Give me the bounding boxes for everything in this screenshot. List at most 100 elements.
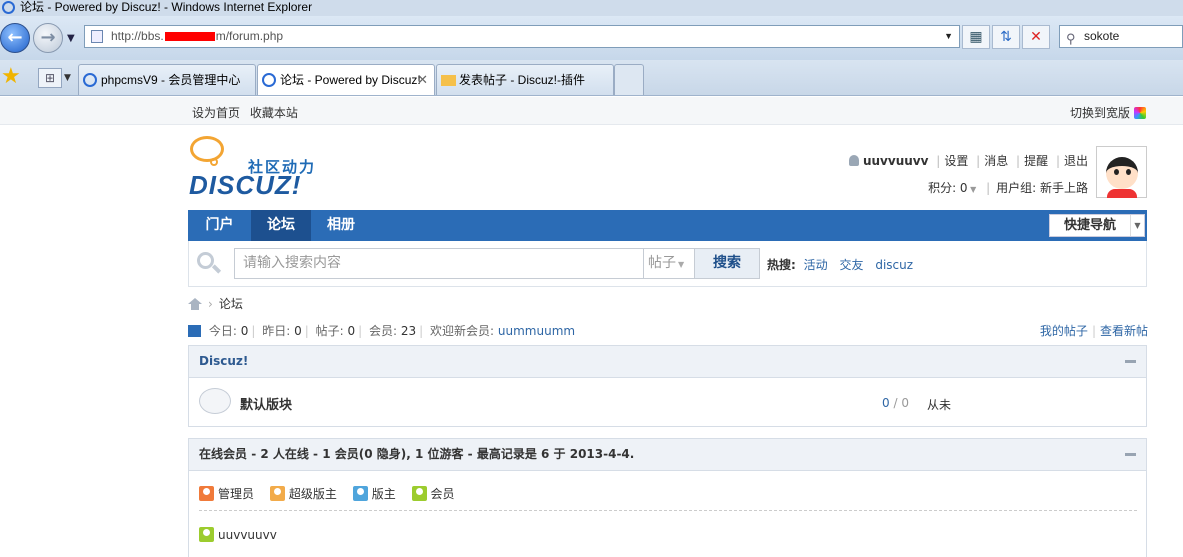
online-title[interactable]: 在线会员 xyxy=(199,447,247,461)
close-tab-icon[interactable]: ✕ xyxy=(417,65,428,95)
messages-link[interactable]: 消息 xyxy=(984,154,1008,168)
moderator-user-icon xyxy=(352,486,368,501)
quick-tabs-button[interactable]: ⊞ xyxy=(38,68,62,88)
separator: | xyxy=(1016,154,1021,168)
tab-label: phpcmsV9 - 会员管理中心 xyxy=(101,73,241,87)
chevron-down-icon: ▼ xyxy=(678,260,685,269)
page-icon xyxy=(91,30,103,43)
quick-nav-button[interactable]: 快捷导航 ▼ xyxy=(1049,214,1145,237)
back-button[interactable]: ← xyxy=(0,23,30,53)
ie-page-icon xyxy=(262,73,276,87)
legend-super-mod: 超级版主 xyxy=(269,485,337,502)
forward-arrow-icon: → xyxy=(40,27,56,48)
tab-bar: ★ ⊞ ▼ phpcmsV9 - 会员管理中心 论坛 - Powered by … xyxy=(0,60,1183,117)
color-palette-icon xyxy=(1134,107,1146,119)
credits-dropdown-icon[interactable]: ▼ xyxy=(968,185,976,194)
bookmark-link[interactable]: 收藏本站 xyxy=(250,106,298,120)
new-posts-link[interactable]: 查看新帖 xyxy=(1100,324,1148,338)
window-titlebar: 论坛 - Powered by Discuz! - Windows Intern… xyxy=(0,0,1183,16)
site-logo[interactable]: 社区动力 DISCUZ! xyxy=(188,134,328,202)
hot-term-discuz[interactable]: discuz xyxy=(875,258,913,272)
welcome-label: 欢迎新会员: xyxy=(430,324,495,338)
hot-term-activity[interactable]: 活动 xyxy=(804,258,828,272)
tab-label: 论坛 - Powered by Discuz! xyxy=(280,73,421,87)
avatar-face xyxy=(1106,157,1138,189)
tab-list-dropdown-icon[interactable]: ▼ xyxy=(64,73,71,83)
avatar-eye xyxy=(1114,169,1119,175)
yesterday-label: 昨日: xyxy=(262,324,291,338)
online-summary: - 2 人在线 - 1 会员(0 隐身), 1 位游客 - 最高记录是 6 于 … xyxy=(247,447,635,461)
divider xyxy=(199,510,1137,511)
nav-forum[interactable]: 论坛 xyxy=(251,210,311,241)
browser-search-value: sokote xyxy=(1084,29,1120,43)
stop-button[interactable]: ✕ xyxy=(1022,25,1050,49)
search-type-select[interactable]: 帖子 ▼ xyxy=(644,248,694,279)
breadcrumb: › 论坛 xyxy=(188,295,243,312)
thread-count: 0 xyxy=(882,396,890,410)
nav-album[interactable]: 相册 xyxy=(311,210,371,241)
today-count: 0 xyxy=(240,324,249,338)
logo-wordmark: DISCUZ! xyxy=(189,170,302,200)
favorites-star-icon[interactable]: ★ xyxy=(1,66,25,90)
tab-post[interactable]: 发表帖子 - Discuz!-插件Hac... xyxy=(436,64,614,117)
yesterday-count: 0 xyxy=(294,324,302,338)
user-group-link[interactable]: 用户组: 新手上路 xyxy=(996,181,1088,195)
legend-label: 管理员 xyxy=(218,487,255,501)
separator: | xyxy=(986,181,991,195)
new-tab-button[interactable] xyxy=(614,64,644,95)
logout-link[interactable]: 退出 xyxy=(1064,154,1088,168)
home-icon[interactable] xyxy=(188,298,202,310)
search-type-value: 帖子 xyxy=(648,255,676,271)
collapse-icon[interactable] xyxy=(1125,453,1136,456)
tab-forum[interactable]: 论坛 - Powered by Discuz! ✕ xyxy=(257,64,435,95)
settings-link[interactable]: 设置 xyxy=(944,154,968,168)
tab-phpcms[interactable]: phpcmsV9 - 会员管理中心 xyxy=(78,64,256,95)
legend-label: 超级版主 xyxy=(288,487,337,501)
username-link[interactable]: uuvvuuvv xyxy=(863,154,928,168)
posts-count: 0 xyxy=(347,324,356,338)
legend-label: 版主 xyxy=(371,487,396,501)
separator: | xyxy=(251,324,256,338)
credits-link[interactable]: 积分: 0 xyxy=(928,181,968,195)
stats-chart-icon xyxy=(188,325,201,337)
collapse-icon[interactable] xyxy=(1125,360,1136,363)
set-homepage-link[interactable]: 设为首页 xyxy=(192,106,240,120)
wide-toggle-link[interactable]: 切换到宽版 xyxy=(1070,104,1146,121)
category-title[interactable]: Discuz! xyxy=(199,354,248,368)
legend-admin: 管理员 xyxy=(199,485,254,502)
address-bar[interactable]: http://bbs. m/forum.php ▼ xyxy=(84,25,960,48)
online-user[interactable]: uuvvuuvv xyxy=(199,527,277,542)
forum-name-link[interactable]: 默认版块 xyxy=(240,394,292,413)
breadcrumb-current[interactable]: 论坛 xyxy=(219,297,243,311)
address-dropdown-icon[interactable]: ▼ xyxy=(944,26,953,47)
hand-icon xyxy=(441,75,456,86)
my-posts-link[interactable]: 我的帖子 xyxy=(1040,324,1088,338)
breadcrumb-arrow-icon: › xyxy=(208,297,213,311)
hot-term-dating[interactable]: 交友 xyxy=(839,258,863,272)
post-links: 我的帖子 | 查看新帖 xyxy=(1040,322,1148,339)
logo-bubble-icon xyxy=(190,136,224,162)
legend-label: 会员 xyxy=(430,487,455,501)
last-post: 从未 xyxy=(927,398,952,412)
top-links: 设为首页 收藏本站 xyxy=(192,104,304,121)
nav-portal[interactable]: 门户 xyxy=(188,210,251,241)
recent-pages-dropdown-icon[interactable]: ▼ xyxy=(67,33,75,44)
category-header: Discuz! xyxy=(189,346,1146,378)
search-input[interactable]: 请输入搜索内容 xyxy=(234,248,644,279)
newest-member-link[interactable]: uummuumm xyxy=(498,324,575,338)
separator: | xyxy=(358,324,363,338)
search-icon: ⚲ xyxy=(1066,31,1076,46)
wide-toggle-label: 切换到宽版 xyxy=(1069,106,1130,120)
compatibility-view-button[interactable]: ▦ xyxy=(962,25,990,49)
refresh-button[interactable]: ⇅ xyxy=(992,25,1020,49)
avatar-shirt xyxy=(1107,189,1137,198)
hot-searches: 热搜: 活动 交友 discuz xyxy=(767,256,921,273)
search-button[interactable]: 搜索 xyxy=(694,248,760,279)
avatar[interactable] xyxy=(1096,146,1147,198)
url-prefix: http://bbs. xyxy=(111,29,164,43)
notifications-link[interactable]: 提醒 xyxy=(1024,154,1048,168)
quick-nav-label: 快捷导航 xyxy=(1064,218,1117,233)
forward-button[interactable]: → xyxy=(33,23,63,53)
separator: | xyxy=(304,324,309,338)
browser-search-box[interactable]: ⚲ sokote xyxy=(1059,25,1183,48)
